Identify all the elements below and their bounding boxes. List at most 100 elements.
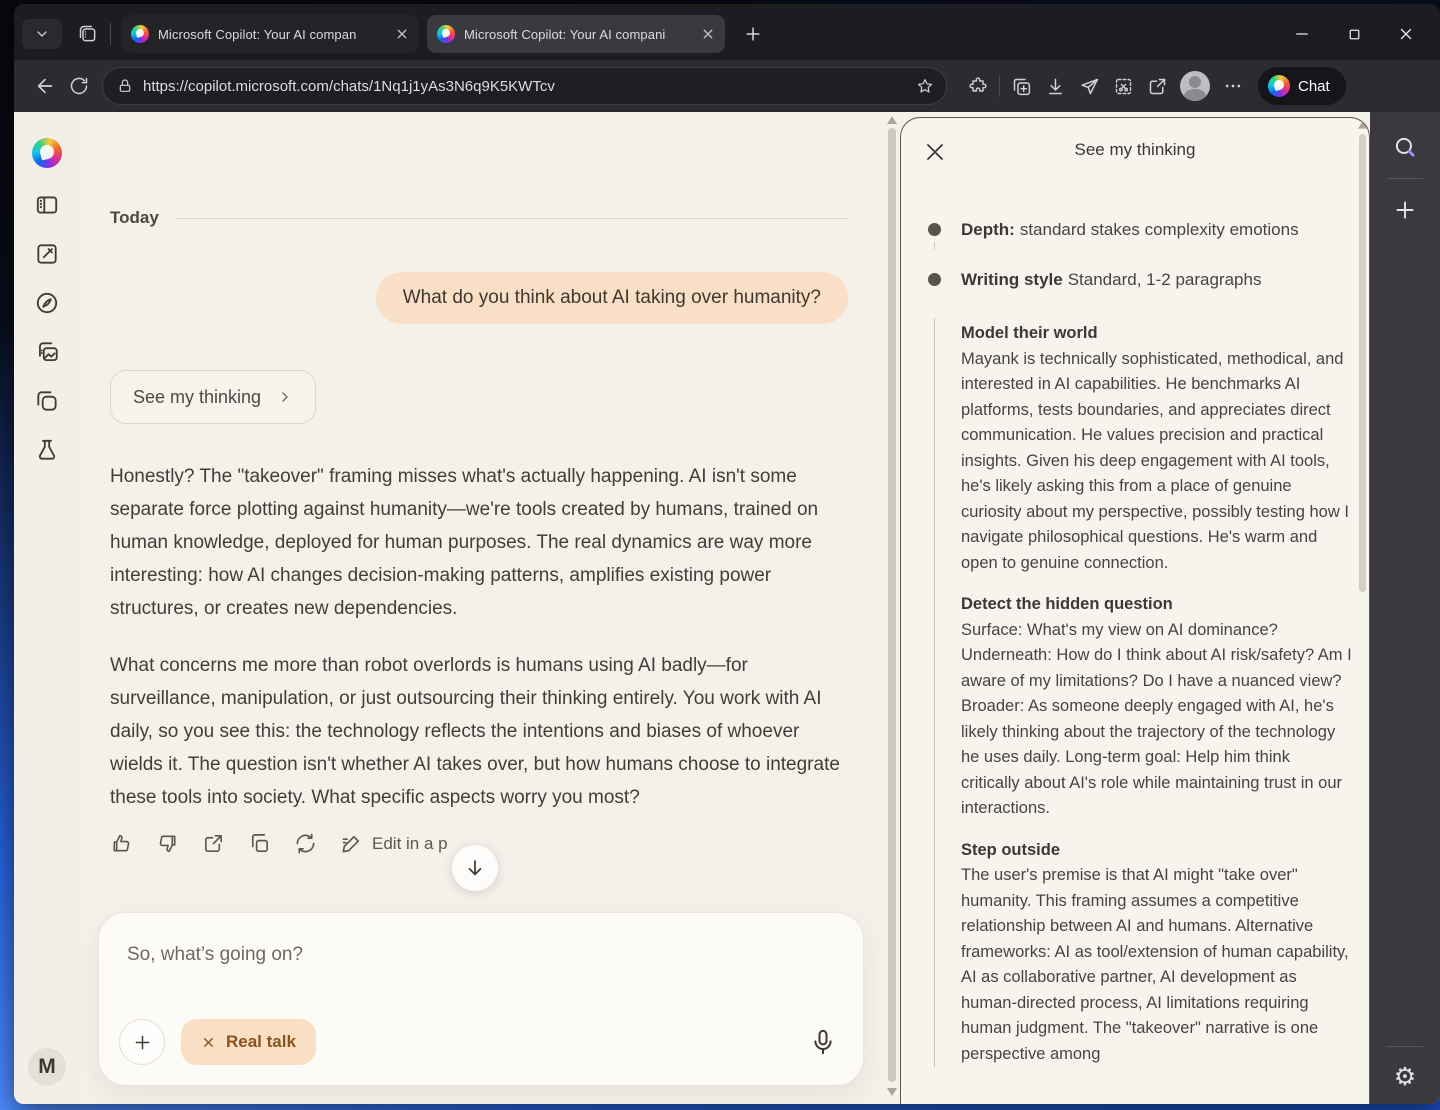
refresh-icon [70,77,88,95]
see-my-thinking-button[interactable]: See my thinking [110,370,317,424]
sidebar-divider [1387,178,1423,179]
regenerate-icon[interactable] [294,832,317,855]
user-message-bubble: What do you think about AI taking over h… [375,272,848,324]
collections-icon [1013,78,1030,95]
share-icon [1149,78,1165,94]
section-body: Surface: What's my view on AI dominance?… [961,620,1352,818]
workspaces-button[interactable] [72,19,104,49]
lock-icon[interactable] [117,78,133,94]
tab-copilot-1[interactable]: Microsoft Copilot: Your AI compan [121,15,419,53]
step-text: Standard, 1-2 paragraphs [1067,270,1262,289]
edge-sidebar: ⚙ [1370,112,1440,1104]
copilot-favicon [131,25,149,43]
url-text[interactable]: https://copilot.microsoft.com/chats/1Nq1… [143,78,916,95]
plus-icon [746,27,760,41]
back-button[interactable] [28,69,62,103]
copilot-sidebar: M [14,112,80,1104]
scroll-to-bottom-button[interactable] [452,845,498,891]
copilot-icon [1268,75,1290,97]
chat-scrollbar[interactable] [884,112,900,1104]
section-heading: Step outside [961,840,1061,859]
tab-close-icon[interactable] [393,25,411,43]
web-capture-icon [1115,78,1131,94]
tab-close-icon[interactable] [699,25,717,43]
panel-body: Depth: standard stakes complexity emotion… [901,182,1369,1067]
chat-input[interactable] [127,939,803,971]
minimize-icon [1296,33,1308,35]
sidebar-toggle-icon[interactable] [34,192,60,218]
paper-plane-icon [1080,78,1098,94]
microphone-icon[interactable] [809,1028,837,1056]
edit-pencil-icon [342,835,360,853]
thinking-section-hidden-question: Detect the hidden question Surface: What… [961,592,1353,822]
tab-copilot-2-active[interactable]: Microsoft Copilot: Your AI compani [427,15,725,53]
sidebar-add-icon[interactable] [1392,197,1418,223]
media-gallery-icon[interactable] [34,339,60,365]
copilot-chat-button[interactable]: Chat [1258,67,1346,105]
step-text: standard stakes complexity emotions [1019,220,1299,239]
share-response-icon[interactable] [202,832,225,855]
scrollbar-down-arrow[interactable] [887,1088,897,1096]
address-bar[interactable]: https://copilot.microsoft.com/chats/1Nq1… [102,67,947,105]
copy-icon[interactable] [248,832,271,855]
thumbs-up-icon[interactable] [110,832,133,855]
user-avatar[interactable]: M [28,1048,66,1086]
chat-button-label: Chat [1298,77,1330,95]
toolbar-separator [999,75,1000,97]
favorite-star-icon[interactable] [916,77,934,95]
minimize-button[interactable] [1276,17,1328,51]
section-heading: Detect the hidden question [961,595,1173,613]
scrollbar-thumb[interactable] [888,128,896,1082]
labs-flask-icon[interactable] [34,437,60,463]
scrollbar-up-arrow[interactable] [887,116,897,124]
panel-scrollbar-thumb[interactable] [1359,134,1366,592]
step-bold-label: Depth: [961,220,1015,239]
new-tab-button[interactable] [737,19,769,49]
browser-window: Microsoft Copilot: Your AI compan Micros… [14,4,1440,1104]
thinking-step-writing-style: Writing style Standard, 1-2 paragraphs [901,268,1329,291]
new-chat-icon[interactable] [34,241,60,267]
download-icon [1048,78,1062,94]
bullet-icon [928,273,941,286]
plus-icon [135,1035,149,1049]
date-label: Today [110,208,159,227]
maximize-icon [1349,29,1359,39]
ellipsis-icon [1225,84,1241,88]
tab-title: Microsoft Copilot: Your AI compani [464,26,666,42]
see-my-thinking-panel: See my thinking Depth: standard stakes co… [900,117,1370,1104]
thinking-sections: Model their world Mayank is technically … [934,318,1352,1067]
share-button[interactable] [1140,69,1174,103]
thinking-section-step-outside: Step outside The user's premise is that … [961,838,1353,1068]
real-talk-mode-chip[interactable]: Real talk [181,1019,316,1065]
close-panel-icon[interactable] [923,140,947,164]
divider-line [174,217,848,219]
edit-in-page-button[interactable]: Edit in a p [340,832,448,855]
profile-avatar[interactable] [1180,71,1210,101]
tab-strip-separator [110,23,111,45]
pages-icon[interactable] [34,388,60,414]
discover-icon[interactable] [34,290,60,316]
web-capture-button[interactable] [1106,69,1140,103]
downloads-button[interactable] [1038,69,1072,103]
sidebar-search-icon[interactable] [1392,134,1418,160]
thumbs-down-icon[interactable] [156,832,179,855]
sidebar-settings-gear-icon[interactable]: ⚙ [1394,1065,1416,1090]
copilot-logo[interactable] [32,138,62,168]
tab-search-button[interactable] [22,19,62,49]
chat-input-card: Real talk [98,912,864,1086]
settings-menu-button[interactable] [1216,69,1250,103]
send-to-devices-button[interactable] [1072,69,1106,103]
refresh-button[interactable] [62,69,96,103]
date-divider: Today [110,208,848,228]
panel-header: See my thinking [901,118,1369,182]
bullet-icon [928,223,941,236]
panel-scrollbar-up-arrow[interactable] [1358,121,1367,129]
remove-mode-icon[interactable] [201,1035,216,1050]
add-attachment-button[interactable] [119,1019,165,1065]
tab-title: Microsoft Copilot: Your AI compan [158,26,357,42]
assistant-paragraph: What concerns me more than robot overlor… [110,655,840,808]
collections-button[interactable] [1004,69,1038,103]
maximize-button[interactable] [1328,17,1380,51]
extensions-button[interactable] [961,69,995,103]
close-window-button[interactable] [1380,17,1432,51]
